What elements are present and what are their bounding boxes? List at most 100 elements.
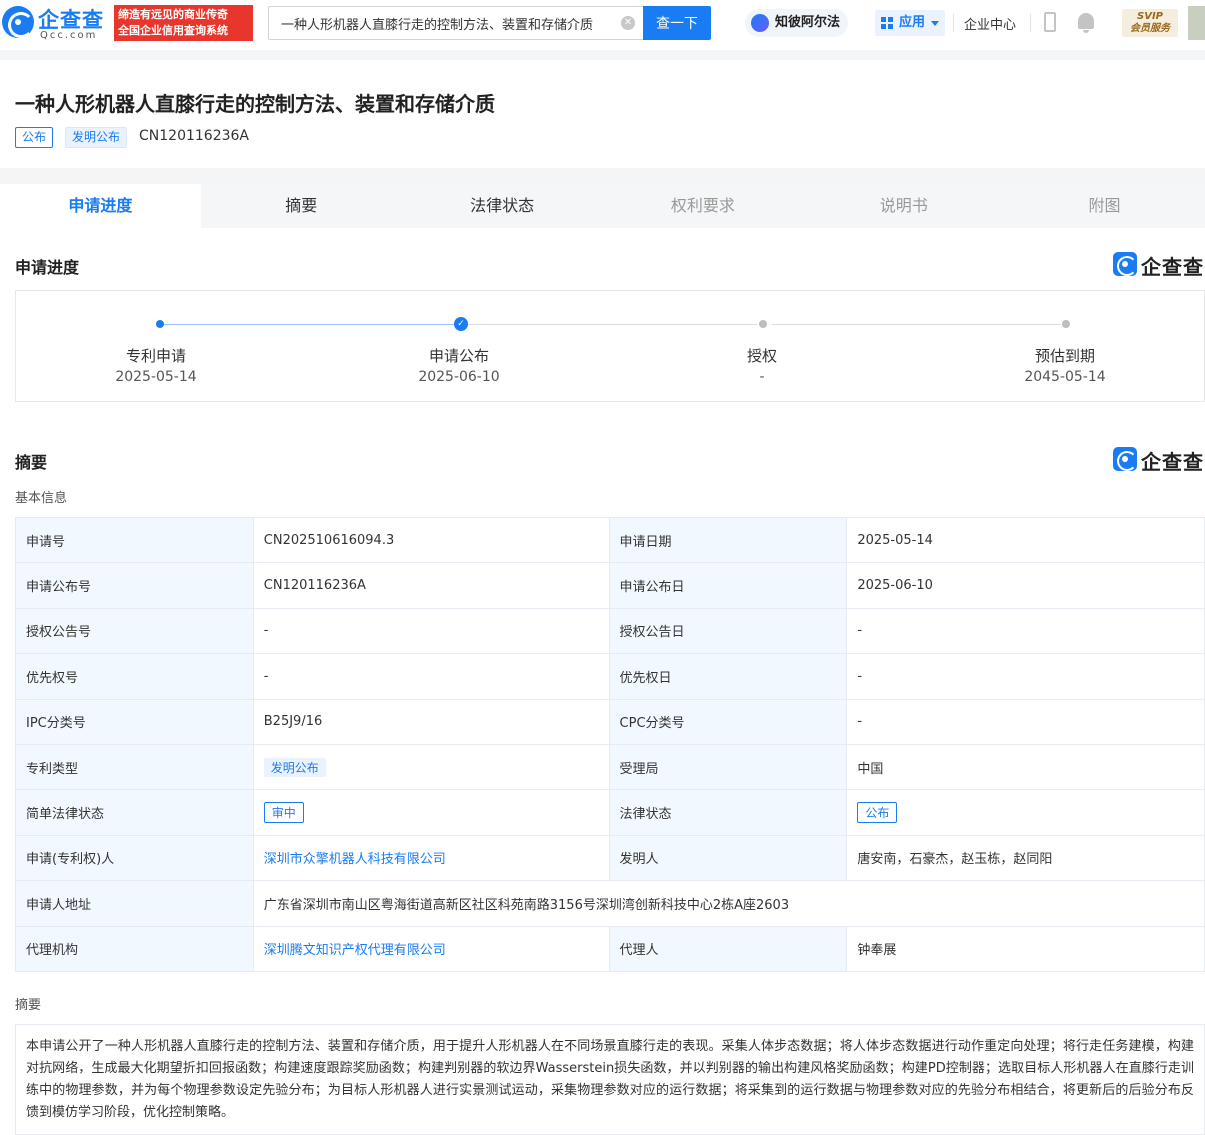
brand-text: 企查查 — [1141, 450, 1204, 474]
field-label: 优先权日 — [608, 653, 848, 700]
check-icon: ✓ — [454, 317, 468, 331]
zhibi-alpha-button[interactable]: 知彼阿尔法 — [745, 9, 849, 37]
agency-link[interactable]: 深圳腾文知识产权代理有限公司 — [252, 925, 610, 972]
progress-section-title: 申请进度 — [15, 258, 80, 277]
field-value: 广东省深圳市南山区粤海街道高新区社区科苑南路3156号深圳湾创新科技中心2栋A座… — [252, 880, 1205, 927]
field-label: 优先权号 — [15, 653, 254, 700]
step-label: 预估到期 — [1034, 347, 1095, 365]
timeline-connector — [772, 324, 1061, 325]
timeline-connector — [160, 324, 454, 325]
qcc-watermark-logo: 企查查 — [1113, 251, 1205, 279]
zhibi-alpha-icon — [751, 14, 769, 32]
enterprise-center-link[interactable]: 企业中心 — [964, 14, 1016, 33]
qcc-logo-icon — [2, 6, 34, 38]
step-dot-pending — [759, 320, 767, 328]
field-label: 代理机构 — [15, 925, 254, 972]
step-dot-done — [156, 320, 164, 328]
slogan-banner: 缔造有远见的商业传奇 全国企业信用查询系统 — [114, 5, 253, 41]
patent-title: 一种人形机器人直膝行走的控制方法、装置和存储介质 — [15, 92, 495, 116]
search-input[interactable] — [269, 7, 643, 39]
field-value: 2025-06-10 — [846, 562, 1205, 609]
field-label: 法律状态 — [608, 789, 848, 836]
tab-claims[interactable]: 权利要求 — [602, 184, 803, 228]
field-value: - — [846, 607, 1205, 655]
apps-menu-button[interactable]: 应用 — [875, 10, 945, 36]
legal-status-badge: 公布 — [857, 802, 898, 824]
summary-section-title: 摘要 — [15, 453, 48, 472]
field-label: 申请(专利权)人 — [15, 834, 254, 882]
tab-progress[interactable]: 申请进度 — [0, 184, 201, 228]
table-row: 优先权号 - 优先权日 - — [15, 653, 1205, 700]
zhibi-alpha-label: 知彼阿尔法 — [775, 15, 841, 30]
field-value: 钟奉展 — [846, 925, 1205, 972]
tab-description[interactable]: 说明书 — [803, 184, 1004, 228]
table-row: 申请号 CN202510616094.3 申请日期 2025-05-14 — [15, 516, 1205, 564]
table-row: 授权公告号 - 授权公告日 - — [15, 607, 1205, 655]
field-label: 授权公告号 — [15, 607, 254, 655]
clear-search-icon[interactable]: ✕ — [621, 16, 635, 30]
tab-legal-status[interactable]: 法律状态 — [402, 184, 603, 228]
qcc-watermark-logo: 企查查 — [1113, 446, 1205, 474]
field-label: 申请公布日 — [608, 562, 848, 609]
field-label: 受理局 — [608, 743, 848, 791]
svip-membership-button[interactable]: SVIP 会员服务 — [1122, 9, 1178, 37]
field-label: 申请人地址 — [15, 880, 254, 927]
field-label: 授权公告日 — [608, 607, 848, 655]
basic-info-heading: 基本信息 — [15, 491, 68, 506]
field-value: 审中 — [252, 789, 610, 836]
field-value: B25J9/16 — [252, 698, 610, 745]
field-label: 代理人 — [608, 925, 848, 972]
basic-info-table: 申请号 CN202510616094.3 申请日期 2025-05-14 申请公… — [15, 516, 1205, 972]
step-date: 2025-06-10 — [418, 369, 500, 385]
svip-label: SVIP — [1137, 11, 1163, 22]
field-label: 申请号 — [15, 516, 254, 564]
search-button[interactable]: 查一下 — [643, 6, 711, 40]
step-label: 申请公布 — [428, 347, 489, 365]
field-value: - — [846, 653, 1205, 700]
field-label: 专利类型 — [15, 743, 254, 791]
timeline-connector — [468, 324, 757, 325]
svip-sublabel: 会员服务 — [1130, 23, 1170, 34]
simple-legal-status-badge: 审中 — [263, 802, 304, 824]
apps-menu-label: 应用 — [899, 15, 926, 30]
brand-text: 企查查 — [1141, 255, 1204, 279]
field-value: CN120116236A — [252, 562, 610, 609]
field-label: 发明人 — [608, 834, 848, 882]
table-row: 申请公布号 CN120116236A 申请公布日 2025-06-10 — [15, 562, 1205, 609]
notification-bell-icon[interactable] — [1078, 13, 1094, 33]
field-value: 发明公布 — [252, 743, 610, 791]
field-value: 公布 — [846, 789, 1205, 836]
mobile-app-icon[interactable] — [1044, 12, 1056, 32]
patent-type-badge: 发明公布 — [263, 757, 326, 777]
step-date: 2045-05-14 — [1024, 369, 1106, 385]
tab-drawings[interactable]: 附图 — [1004, 184, 1205, 228]
section-tabs: 申请进度 摘要 法律状态 权利要求 说明书 附图 — [0, 184, 1205, 228]
field-value: - — [252, 653, 610, 700]
field-label: 简单法律状态 — [15, 789, 254, 836]
table-row: 代理机构 深圳腾文知识产权代理有限公司 代理人 钟奉展 — [15, 925, 1205, 972]
table-row: 申请(专利权)人 深圳市众擎机器人科技有限公司 发明人 唐安南，石豪杰，赵玉栋，… — [15, 834, 1205, 882]
abstract-heading: 摘要 — [15, 998, 42, 1013]
grid-icon — [881, 17, 893, 29]
user-avatar[interactable] — [1188, 6, 1205, 40]
field-value: 唐安南，石豪杰，赵玉栋，赵同阳 — [846, 834, 1205, 882]
progress-timeline: ✓ 专利申请 2025-05-14 申请公布 2025-06-10 授权 - 预… — [15, 290, 1205, 402]
tab-abstract[interactable]: 摘要 — [201, 184, 402, 228]
field-value: 中国 — [846, 743, 1205, 791]
applicant-link[interactable]: 深圳市众擎机器人科技有限公司 — [252, 834, 610, 882]
publication-number: CN120116236A — [139, 128, 249, 144]
table-row: 简单法律状态 审中 法律状态 公布 — [15, 789, 1205, 836]
step-date: 2025-05-14 — [115, 369, 197, 385]
logo-subtext: Qcc.com — [40, 30, 98, 41]
field-value: - — [252, 607, 610, 655]
step-label: 专利申请 — [125, 347, 186, 365]
page-background-band — [0, 50, 1205, 60]
top-navigation-bar: 企查查 Qcc.com 缔造有远见的商业传奇 全国企业信用查询系统 ✕ 查一下 … — [0, 0, 1205, 50]
step-label: 授权 — [746, 347, 777, 365]
field-value: CN202510616094.3 — [252, 516, 610, 564]
field-label: IPC分类号 — [15, 698, 254, 745]
qcc-logo[interactable]: 企查查 Qcc.com — [0, 4, 112, 42]
patent-type-badge: 发明公布 — [65, 127, 128, 148]
divider — [953, 14, 954, 32]
table-row: 专利类型 发明公布 受理局 中国 — [15, 743, 1205, 791]
